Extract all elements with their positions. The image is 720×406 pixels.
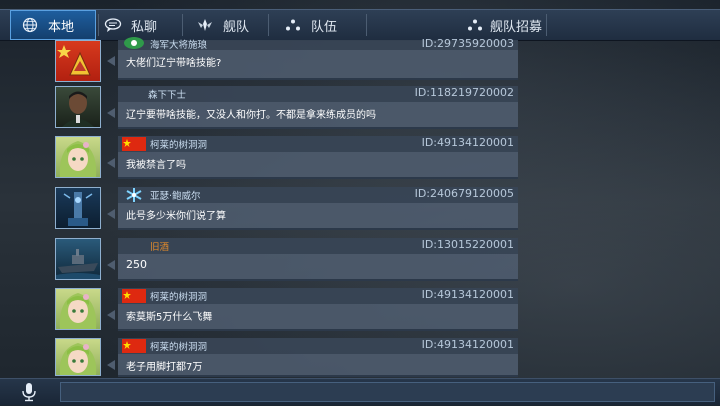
list-item: 亚瑟·鲍威尔 ID:240679120005 此号多少米你们说了算 xyxy=(55,187,518,233)
tab-fleet-recruit[interactable]: 舰队招募 xyxy=(466,10,550,40)
avatar-anime-girl-icon xyxy=(59,343,97,375)
microphone-icon[interactable] xyxy=(20,382,38,402)
sender-name: 亚瑟·鲍威尔 xyxy=(150,191,201,202)
list-item: 海军大将施琅 ID:29735920003 大佬们辽宁带啥技能? xyxy=(55,37,518,82)
tab-bar: 本地 私聊 舰队 队伍 舰队招募 xyxy=(0,9,720,41)
avatar-portrait-icon xyxy=(62,91,94,127)
tab-local[interactable]: 本地 xyxy=(10,10,96,40)
message-text: 大佬们辽宁带啥技能? xyxy=(126,58,222,69)
message-header: 柯莱的树洞洞 ID:49134120001 xyxy=(118,338,518,354)
avatar-tower-icon xyxy=(63,192,93,226)
globe-icon xyxy=(21,16,39,34)
message-header: 海军大将施琅 ID:29735920003 xyxy=(118,37,518,51)
sender-id: ID:118219720002 xyxy=(414,86,514,99)
avatar[interactable] xyxy=(55,40,101,82)
sender-id: ID:49134120001 xyxy=(421,338,514,351)
sender-name: 柯莱的树洞洞 xyxy=(150,342,208,353)
sender-id: ID:29735920003 xyxy=(421,37,514,50)
tab-team-label: 队伍 xyxy=(311,19,338,35)
chat-input[interactable] xyxy=(60,382,715,402)
message-text: 老子用脚打都7万 xyxy=(126,362,203,373)
avatar[interactable] xyxy=(55,187,101,229)
sender-name: 海军大将施琅 xyxy=(150,40,208,51)
avatar[interactable] xyxy=(55,288,101,330)
avatar-emblem-icon xyxy=(57,45,91,76)
sender-name: 柯莱的树洞洞 xyxy=(150,292,208,303)
message-text: 索莫斯5万什么飞舞 xyxy=(126,312,213,323)
tab-fleet[interactable]: 舰队 xyxy=(196,10,266,40)
message-header: 森下下士 ID:118219720002 xyxy=(118,86,518,102)
bubble-arrow xyxy=(107,209,115,219)
avatar-warship-icon xyxy=(56,249,100,279)
china-flag-icon xyxy=(122,137,146,151)
bubble-arrow xyxy=(107,56,115,66)
chat-input-bar xyxy=(0,378,720,405)
message-header: 旧酒 ID:13015220001 xyxy=(118,238,518,254)
message-header: 柯莱的树洞洞 ID:49134120001 xyxy=(118,288,518,304)
bubble-arrow xyxy=(107,108,115,118)
message-bubble: 柯莱的树洞洞 ID:49134120001 我被禁言了吗 xyxy=(118,136,518,179)
tab-divider xyxy=(182,14,183,36)
message-text: 250 xyxy=(126,258,147,271)
list-item: 旧酒 ID:13015220001 250 xyxy=(55,238,518,284)
list-item: 柯莱的树洞洞 ID:49134120001 索莫斯5万什么飞舞 xyxy=(55,288,518,334)
avatar[interactable] xyxy=(55,338,101,376)
message-bubble: 柯莱的树洞洞 ID:49134120001 索莫斯5万什么飞舞 xyxy=(118,288,518,331)
tab-divider xyxy=(546,14,547,36)
tab-divider xyxy=(366,14,367,36)
message-bubble: 柯莱的树洞洞 ID:49134120001 老子用脚打都7万 xyxy=(118,338,518,377)
avatar[interactable] xyxy=(55,136,101,178)
message-text: 此号多少米你们说了算 xyxy=(126,211,226,222)
snowflake-icon xyxy=(126,188,142,202)
bubble-arrow xyxy=(107,360,115,370)
message-header: 亚瑟·鲍威尔 ID:240679120005 xyxy=(118,187,518,203)
message-header: 柯莱的树洞洞 ID:49134120001 xyxy=(118,136,518,152)
avatar-anime-girl-icon xyxy=(59,293,97,329)
message-bubble: 旧酒 ID:13015220001 250 xyxy=(118,238,518,281)
china-flag-icon xyxy=(122,289,146,303)
bubble-arrow xyxy=(107,158,115,168)
message-bubble: 亚瑟·鲍威尔 ID:240679120005 此号多少米你们说了算 xyxy=(118,187,518,230)
bubble-arrow xyxy=(107,260,115,270)
chat-bubble-icon xyxy=(104,16,122,34)
sender-id: ID:240679120005 xyxy=(414,187,514,200)
fleet-emblem-icon xyxy=(196,16,214,34)
recruit-dots-icon xyxy=(466,16,484,34)
tab-private-chat-label: 私聊 xyxy=(131,19,158,35)
sender-name: 森下下士 xyxy=(148,90,187,101)
avatar[interactable] xyxy=(55,86,101,128)
bubble-arrow xyxy=(107,310,115,320)
tab-divider xyxy=(268,14,269,36)
message-text: 我被禁言了吗 xyxy=(126,160,186,171)
tab-fleet-recruit-label: 舰队招募 xyxy=(490,19,543,35)
sender-id: ID:49134120001 xyxy=(421,136,514,149)
avatar-anime-girl-icon xyxy=(59,141,97,177)
list-item: 柯莱的树洞洞 ID:49134120001 老子用脚打都7万 xyxy=(55,338,518,378)
sender-id: ID:13015220001 xyxy=(421,238,514,251)
tab-local-label: 本地 xyxy=(48,19,75,35)
green-badge-icon xyxy=(124,37,144,49)
sender-name: 柯莱的树洞洞 xyxy=(150,140,208,151)
message-bubble: 森下下士 ID:118219720002 辽宁要带啥技能，又没人和你打。不都是拿… xyxy=(118,86,518,129)
china-flag-icon xyxy=(122,339,146,353)
message-bubble: 海军大将施琅 ID:29735920003 大佬们辽宁带啥技能? xyxy=(118,37,518,80)
list-item: 柯莱的树洞洞 ID:49134120001 我被禁言了吗 xyxy=(55,136,518,182)
sender-name: 旧酒 xyxy=(150,242,170,253)
message-text: 辽宁要带啥技能，又没人和你打。不都是拿来练成员的吗 xyxy=(126,110,376,121)
tab-team[interactable]: 队伍 xyxy=(284,10,364,40)
sender-id: ID:49134120001 xyxy=(421,288,514,301)
team-dots-icon xyxy=(284,16,302,34)
tab-divider xyxy=(98,14,99,36)
list-item: 森下下士 ID:118219720002 辽宁要带啥技能，又没人和你打。不都是拿… xyxy=(55,86,518,132)
tab-fleet-label: 舰队 xyxy=(223,19,250,35)
avatar[interactable] xyxy=(55,238,101,280)
